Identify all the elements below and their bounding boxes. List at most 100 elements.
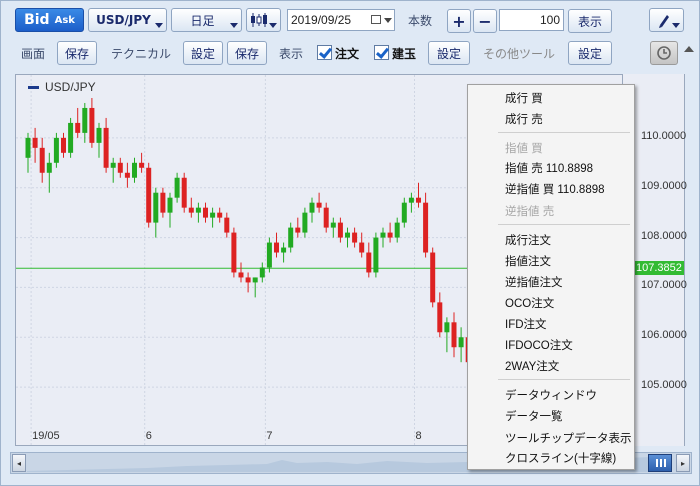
candle-up <box>252 277 258 283</box>
current-price-value: 107.3852 <box>636 262 682 274</box>
candle-up <box>96 127 102 143</box>
candle-up <box>394 222 400 238</box>
candle-up <box>266 242 272 268</box>
candle-up <box>309 202 315 213</box>
context-menu-item[interactable]: ツールチップデータ表示 <box>505 430 632 446</box>
scroll-thumb[interactable] <box>648 454 672 472</box>
candle-up <box>174 177 180 198</box>
context-menu-item[interactable]: クロスライン(十字線) <box>505 450 616 466</box>
candle-down <box>295 227 301 233</box>
context-menu-item[interactable]: IFDOCO注文 <box>505 337 573 353</box>
context-menu-item[interactable]: IFD注文 <box>505 316 547 332</box>
position-checkbox[interactable] <box>374 45 389 60</box>
scroll-left-button[interactable]: ◂ <box>12 454 26 472</box>
candle-up <box>380 232 386 238</box>
candle-down <box>316 202 322 208</box>
bar-count-value: 100 <box>539 13 560 27</box>
candle-up <box>153 192 159 223</box>
price-tick-label: 107.0000 <box>641 279 687 292</box>
menu-separator <box>498 224 630 225</box>
candle-down <box>181 177 187 208</box>
candle-down <box>39 147 45 173</box>
candle-down <box>124 172 130 178</box>
candle-up <box>53 137 59 163</box>
candle-up <box>373 237 379 273</box>
bid-ask-toggle-button[interactable]: Bid Ask <box>15 8 84 32</box>
candle-down <box>437 302 443 333</box>
other-tools-label: その他ツール <box>483 47 556 61</box>
collapse-panel-icon[interactable] <box>684 46 694 52</box>
context-menu-item[interactable]: 成行 売 <box>505 111 543 127</box>
order-checkbox[interactable] <box>317 45 332 60</box>
drawing-tool-select[interactable] <box>649 8 684 32</box>
context-menu-item[interactable]: データウィンドウ <box>505 387 597 403</box>
increase-bars-button[interactable]: + <box>447 9 471 33</box>
candle-up <box>408 197 414 203</box>
candle-down <box>430 252 436 303</box>
context-menu-item[interactable]: 2WAY注文 <box>505 358 559 374</box>
timeframe-value: 日足 <box>190 13 215 28</box>
history-button[interactable] <box>650 41 678 65</box>
context-menu-item[interactable]: 指値 売 110.8898 <box>505 160 593 176</box>
currency-pair-value: USD/JPY <box>96 13 151 27</box>
context-menu-item[interactable]: 指値注文 <box>505 253 551 269</box>
candle-up <box>82 107 88 133</box>
context-menu-item[interactable]: 成行 買 <box>505 90 543 106</box>
price-tick-label: 108.0000 <box>641 229 687 242</box>
candle-down <box>117 162 123 173</box>
candle-up <box>281 247 287 253</box>
timeframe-select[interactable]: 日足 <box>171 8 242 32</box>
order-checkbox-label: 注文 <box>335 47 360 61</box>
candle-down <box>203 207 208 218</box>
context-menu-item[interactable]: 成行注文 <box>505 232 551 248</box>
screen-save-button[interactable]: 保存 <box>57 41 97 65</box>
candle-down <box>323 207 329 228</box>
context-menu-item: 逆指値 売 <box>505 206 555 218</box>
context-menu-item[interactable]: OCO注文 <box>505 295 554 311</box>
candle-down <box>146 167 152 223</box>
candle-down <box>352 232 358 243</box>
technical-save-button[interactable]: 保存 <box>227 41 267 65</box>
bid-label: Bid <box>24 12 50 28</box>
display-button[interactable]: 表示 <box>568 9 612 33</box>
calendar-icon[interactable] <box>371 15 381 24</box>
candle-down <box>32 137 38 148</box>
context-menu-item[interactable]: 逆指値 買 110.8898 <box>505 181 605 197</box>
candle-up <box>110 162 116 168</box>
price-tick-label: 106.0000 <box>641 329 687 342</box>
candlestick-icon <box>250 13 267 27</box>
chart-legend: USD/JPY <box>28 80 96 94</box>
date-value: 2019/09/25 <box>291 13 352 27</box>
chart-type-select[interactable] <box>246 8 281 32</box>
candle-down <box>160 192 166 213</box>
display-settings-button[interactable]: 設定 <box>428 41 470 65</box>
thumb-grip-icon <box>656 459 658 467</box>
date-dropdown-icon[interactable] <box>384 18 392 23</box>
date-input[interactable]: 2019/09/25 <box>287 9 395 31</box>
bar-count-input[interactable]: 100 <box>499 9 564 31</box>
candle-up <box>259 267 265 278</box>
candle-up <box>302 212 308 233</box>
candle-down <box>103 127 109 168</box>
scroll-right-button[interactable]: ▸ <box>676 454 690 472</box>
currency-pair-select[interactable]: USD/JPY <box>88 8 167 32</box>
decrease-bars-button[interactable]: − <box>473 9 497 33</box>
price-tick-label: 109.0000 <box>641 179 687 192</box>
candle-down <box>451 322 457 348</box>
current-price-label: 107.3852 <box>634 261 684 275</box>
context-menu-item: 指値 買 <box>505 143 543 155</box>
menu-separator <box>498 379 630 380</box>
technical-settings-button[interactable]: 設定 <box>183 41 223 65</box>
candle-down <box>217 212 223 218</box>
candle-down <box>231 232 237 273</box>
context-menu-item[interactable]: 逆指値注文 <box>505 274 563 290</box>
screen-label: 画面 <box>21 47 46 61</box>
legend-swatch <box>28 85 39 89</box>
candle-up <box>195 207 201 213</box>
other-tools-settings-button[interactable]: 設定 <box>568 41 612 65</box>
ask-label: Ask <box>54 14 75 26</box>
candle-up <box>401 202 407 223</box>
candle-up <box>458 337 464 348</box>
context-menu-item[interactable]: データ一覧 <box>505 408 563 424</box>
candle-up <box>68 122 74 153</box>
